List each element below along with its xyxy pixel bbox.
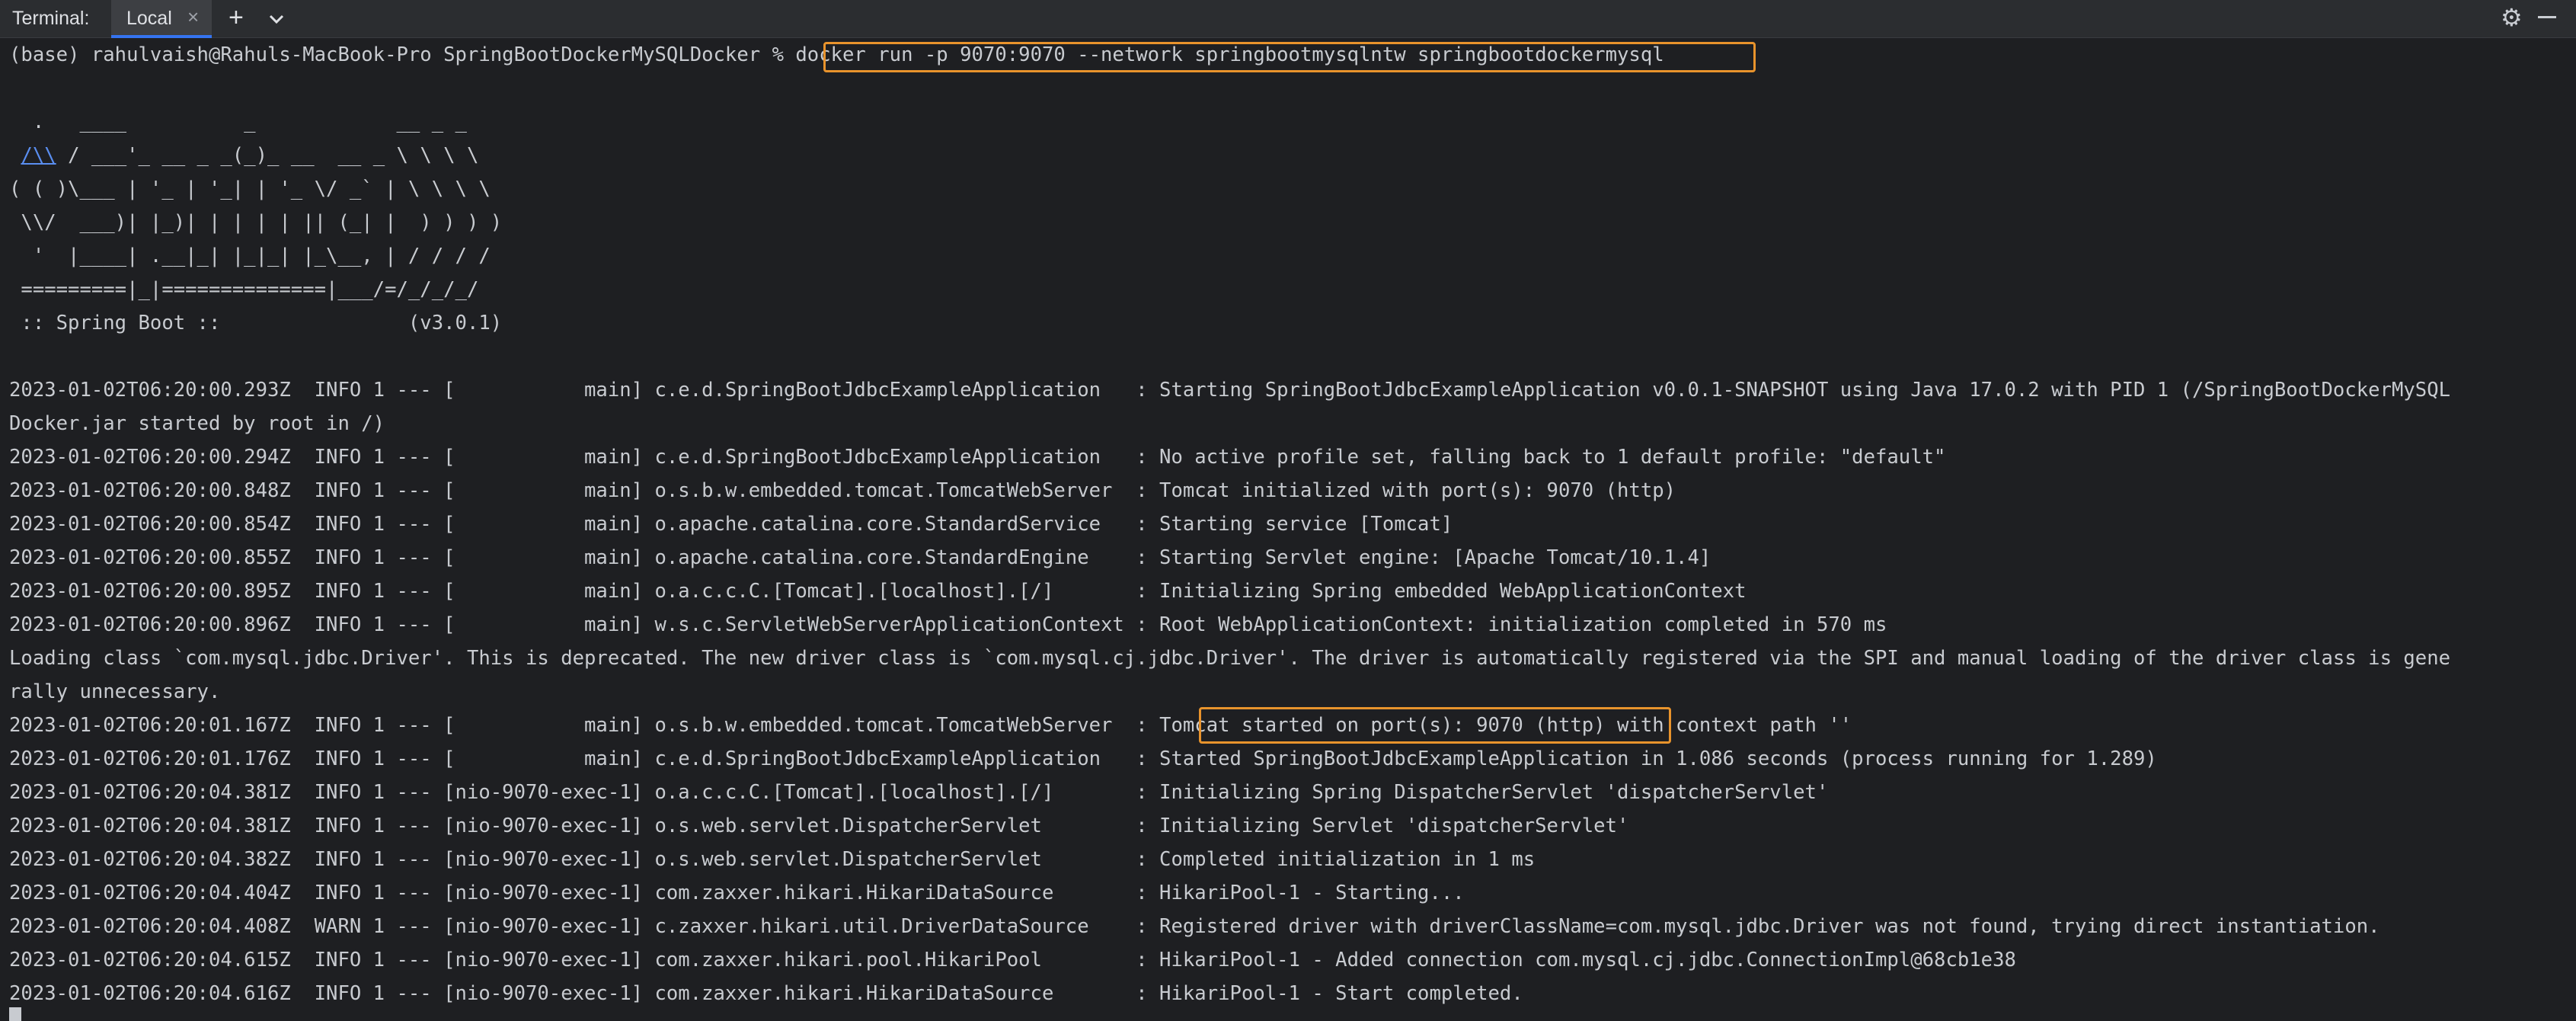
banner-line-6: =========|_|==============|___/=/_/_/_/ bbox=[9, 278, 479, 301]
minimize-icon[interactable] bbox=[2538, 16, 2556, 18]
tab-local[interactable]: Local × bbox=[111, 0, 212, 38]
log-line: 2023-01-02T06:20:04.382Z INFO 1 --- [nio… bbox=[9, 848, 1536, 871]
log-line: 2023-01-02T06:20:00.854Z INFO 1 --- [ ma… bbox=[9, 513, 1453, 536]
warn-log-line: 2023-01-02T06:20:04.408Z WARN 1 --- [nio… bbox=[9, 915, 2380, 938]
log-line: 2023-01-02T06:20:00.855Z INFO 1 --- [ ma… bbox=[9, 546, 1711, 569]
log-line: 2023-01-02T06:20:00.895Z INFO 1 --- [ ma… bbox=[9, 580, 1747, 603]
log-prefix: 2023-01-02T06:20:01.167Z INFO 1 --- [ ma… bbox=[9, 714, 1160, 737]
gear-icon[interactable]: ⚙ bbox=[2501, 3, 2523, 32]
banner-line-4: \\/ ___)| |_)| | | | | || (_| | ) ) ) ) bbox=[9, 211, 503, 234]
log-line: Docker.jar started by root in /) bbox=[9, 412, 385, 435]
tab-local-label: Local bbox=[126, 8, 172, 29]
log-line: 2023-01-02T06:20:00.896Z INFO 1 --- [ ma… bbox=[9, 613, 1887, 636]
chevron-down-icon[interactable] bbox=[267, 9, 286, 34]
log-line: 2023-01-02T06:20:04.404Z INFO 1 --- [nio… bbox=[9, 882, 1465, 904]
banner-line-3: ( ( )\___ | '_ | '_| | '_ \/ _` | \ \ \ … bbox=[9, 178, 491, 200]
log-line: 2023-01-02T06:20:00.848Z INFO 1 --- [ ma… bbox=[9, 479, 1676, 502]
shell-prompt: (base) rahulvaish@Rahuls-MacBook-Pro Spr… bbox=[9, 43, 796, 66]
log-line: 2023-01-02T06:20:04.615Z INFO 1 --- [nio… bbox=[9, 949, 2016, 971]
log-line: 2023-01-02T06:20:00.294Z INFO 1 --- [ ma… bbox=[9, 446, 1946, 469]
terminal-cursor bbox=[9, 1007, 21, 1021]
plus-icon[interactable]: + bbox=[229, 3, 244, 33]
log-line: 2023-01-02T06:20:00.293Z INFO 1 --- [ ma… bbox=[9, 379, 2451, 402]
tomcat-started-highlight-box bbox=[1199, 707, 1671, 744]
log-line: 2023-01-02T06:20:01.176Z INFO 1 --- [ ma… bbox=[9, 747, 2157, 770]
terminal-tool-title: Terminal: bbox=[12, 8, 90, 29]
terminal-output[interactable]: (base) rahulvaish@Rahuls-MacBook-Pro Spr… bbox=[0, 38, 2576, 1021]
banner-line-2-rest: / ___'_ __ _ _(_)_ __ __ _ \ \ \ \ bbox=[56, 144, 479, 167]
spring-boot-version-line: :: Spring Boot :: (v3.0.1) bbox=[9, 312, 503, 334]
deprecation-warning-line: Loading class `com.mysql.jdbc.Driver'. T… bbox=[9, 647, 2451, 670]
log-line: 2023-01-02T06:20:04.616Z INFO 1 --- [nio… bbox=[9, 982, 1523, 1005]
command-highlight-box bbox=[823, 42, 1756, 72]
banner-line-1: . ____ _ __ _ _ bbox=[9, 110, 467, 133]
log-line: 2023-01-02T06:20:04.381Z INFO 1 --- [nio… bbox=[9, 815, 1629, 837]
deprecation-warning-line: rally unnecessary. bbox=[9, 680, 221, 703]
close-icon[interactable]: × bbox=[187, 5, 199, 29]
banner-link[interactable]: /\\ bbox=[21, 144, 56, 167]
terminal-tab-bar: Terminal: Local × + ⚙ bbox=[0, 0, 2576, 38]
banner-line-5: ' |____| .__|_| |_|_| |_\__, | / / / / bbox=[9, 245, 491, 267]
log-line: 2023-01-02T06:20:04.381Z INFO 1 --- [nio… bbox=[9, 781, 1829, 804]
banner-line-2: /\\ / ___'_ __ _ _(_)_ __ __ _ \ \ \ \ bbox=[9, 139, 478, 172]
